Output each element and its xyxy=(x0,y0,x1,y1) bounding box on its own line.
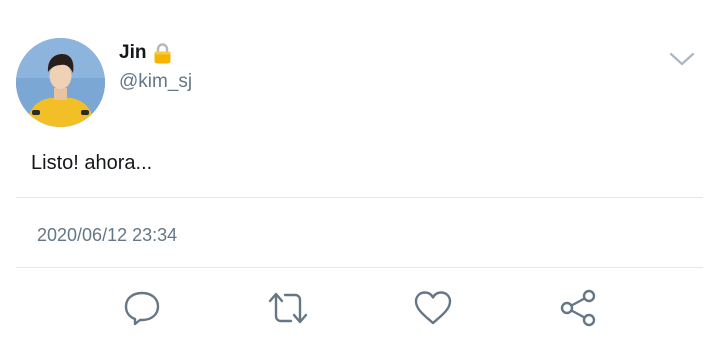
reply-button[interactable] xyxy=(119,285,165,331)
more-options-button[interactable] xyxy=(667,46,697,72)
divider xyxy=(16,267,703,268)
lock-icon xyxy=(154,43,171,64)
retweet-button[interactable] xyxy=(265,285,311,331)
share-icon xyxy=(560,289,596,327)
tweet-text: Listo! ahora... xyxy=(31,152,153,174)
divider xyxy=(16,197,703,198)
display-name[interactable]: Jin xyxy=(119,42,146,64)
heart-icon xyxy=(414,291,452,325)
reply-icon xyxy=(124,291,160,326)
tweet-card: Jin @kim_sj Listo! ahora... 2020/06/12 2… xyxy=(0,0,720,347)
share-button[interactable] xyxy=(555,285,601,331)
tweet-timestamp[interactable]: 2020/06/12 23:34 xyxy=(37,224,177,246)
avatar[interactable] xyxy=(16,38,105,127)
user-handle[interactable]: @kim_sj xyxy=(119,71,192,93)
retweet-icon xyxy=(268,292,308,324)
avatar-photo xyxy=(16,38,105,127)
tweet-actions xyxy=(0,285,720,331)
user-name-row: Jin xyxy=(119,42,172,64)
like-button[interactable] xyxy=(410,285,456,331)
chevron-down-icon xyxy=(669,52,695,66)
